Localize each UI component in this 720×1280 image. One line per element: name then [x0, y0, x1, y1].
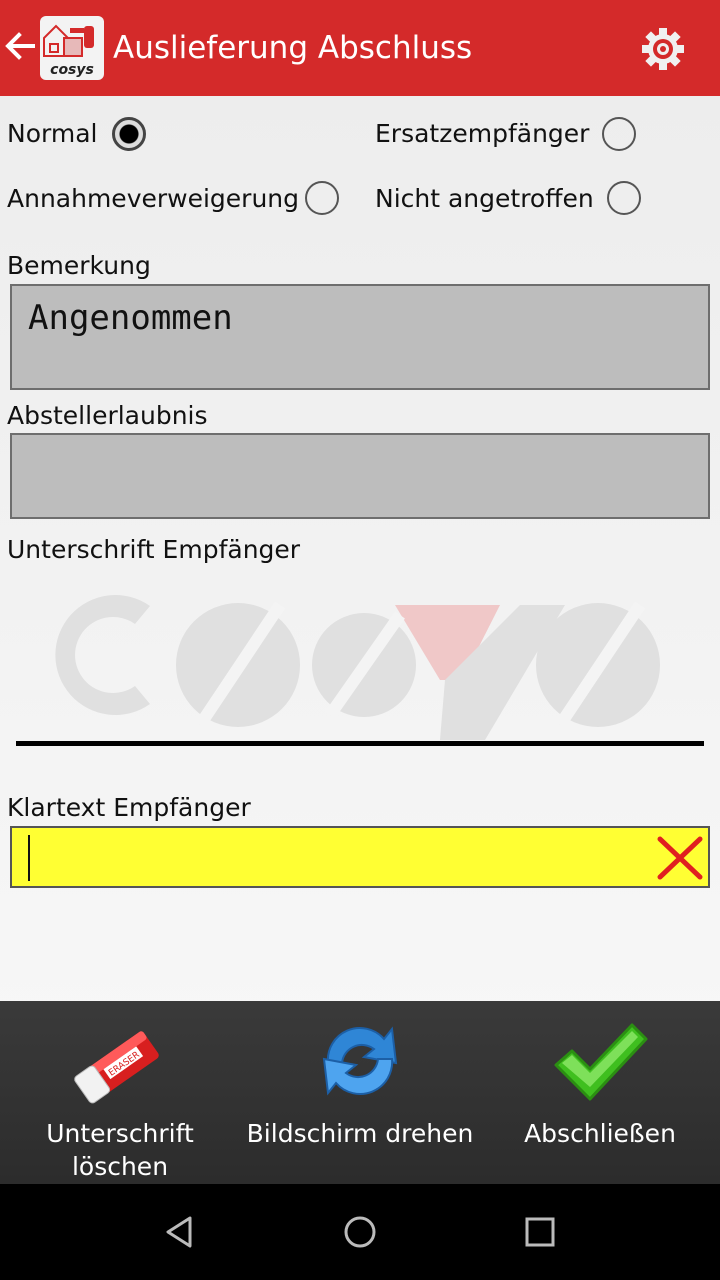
app-logo: cosys — [40, 16, 104, 80]
finish-button[interactable]: Abschließen — [480, 1001, 720, 1184]
rotate-icon — [322, 1026, 398, 1096]
back-button[interactable] — [2, 28, 38, 64]
checkmark-icon — [554, 1023, 648, 1101]
signature-label: Unterschrift Empfänger — [7, 535, 301, 564]
option-normal-radio[interactable] — [112, 117, 146, 151]
clear-text-button[interactable] — [656, 835, 704, 881]
nav-back-icon[interactable] — [162, 1214, 198, 1250]
option-ersatz-label: Ersatzempfänger — [375, 119, 590, 148]
bemerkung-label: Bemerkung — [7, 251, 151, 280]
finish-label: Abschließen — [524, 1119, 676, 1148]
option-normal-label: Normal — [7, 119, 98, 148]
option-nicht-radio[interactable] — [607, 181, 641, 215]
logo-icon: cosys — [43, 24, 94, 78]
app-bar: cosys Auslieferung Abschluss — [0, 0, 720, 96]
abstell-label: Abstellerlaubnis — [7, 401, 208, 430]
abstell-field[interactable] — [10, 433, 710, 519]
text-caret — [28, 835, 30, 881]
option-nicht-label: Nicht angetroffen — [375, 184, 594, 213]
arrow-left-icon — [5, 32, 35, 60]
svg-text:cosys: cosys — [50, 62, 94, 78]
option-ersatz-radio[interactable] — [602, 117, 636, 151]
option-annahme-radio[interactable] — [305, 181, 339, 215]
nav-home-icon[interactable] — [342, 1214, 378, 1250]
klartext-label: Klartext Empfänger — [7, 793, 251, 822]
rotate-screen-button[interactable]: Bildschirm drehen — [240, 1001, 480, 1184]
bottom-action-bar: ERASER Unterschrift löschen Bildschirm d… — [0, 1001, 720, 1184]
eraser-icon: ERASER — [74, 1031, 159, 1104]
settings-button[interactable] — [640, 26, 686, 72]
clear-signature-label: Unterschrift löschen — [46, 1119, 194, 1181]
close-icon — [657, 836, 703, 880]
gear-icon — [642, 28, 684, 70]
nav-recents-icon[interactable] — [522, 1214, 558, 1250]
signature-pad[interactable] — [0, 580, 720, 750]
system-nav-bar — [0, 1184, 720, 1280]
page-title: Auslieferung Abschluss — [113, 30, 473, 66]
clear-signature-button[interactable]: ERASER Unterschrift löschen — [0, 1001, 240, 1184]
bemerkung-field[interactable]: Angenommen — [10, 284, 710, 390]
rotate-screen-label: Bildschirm drehen — [246, 1119, 474, 1148]
cosys-watermark — [55, 595, 660, 740]
signature-line — [16, 741, 704, 746]
option-annahme-label: Annahmeverweigerung — [7, 184, 300, 213]
bemerkung-value: Angenommen — [28, 298, 233, 338]
klartext-input[interactable] — [10, 826, 710, 888]
